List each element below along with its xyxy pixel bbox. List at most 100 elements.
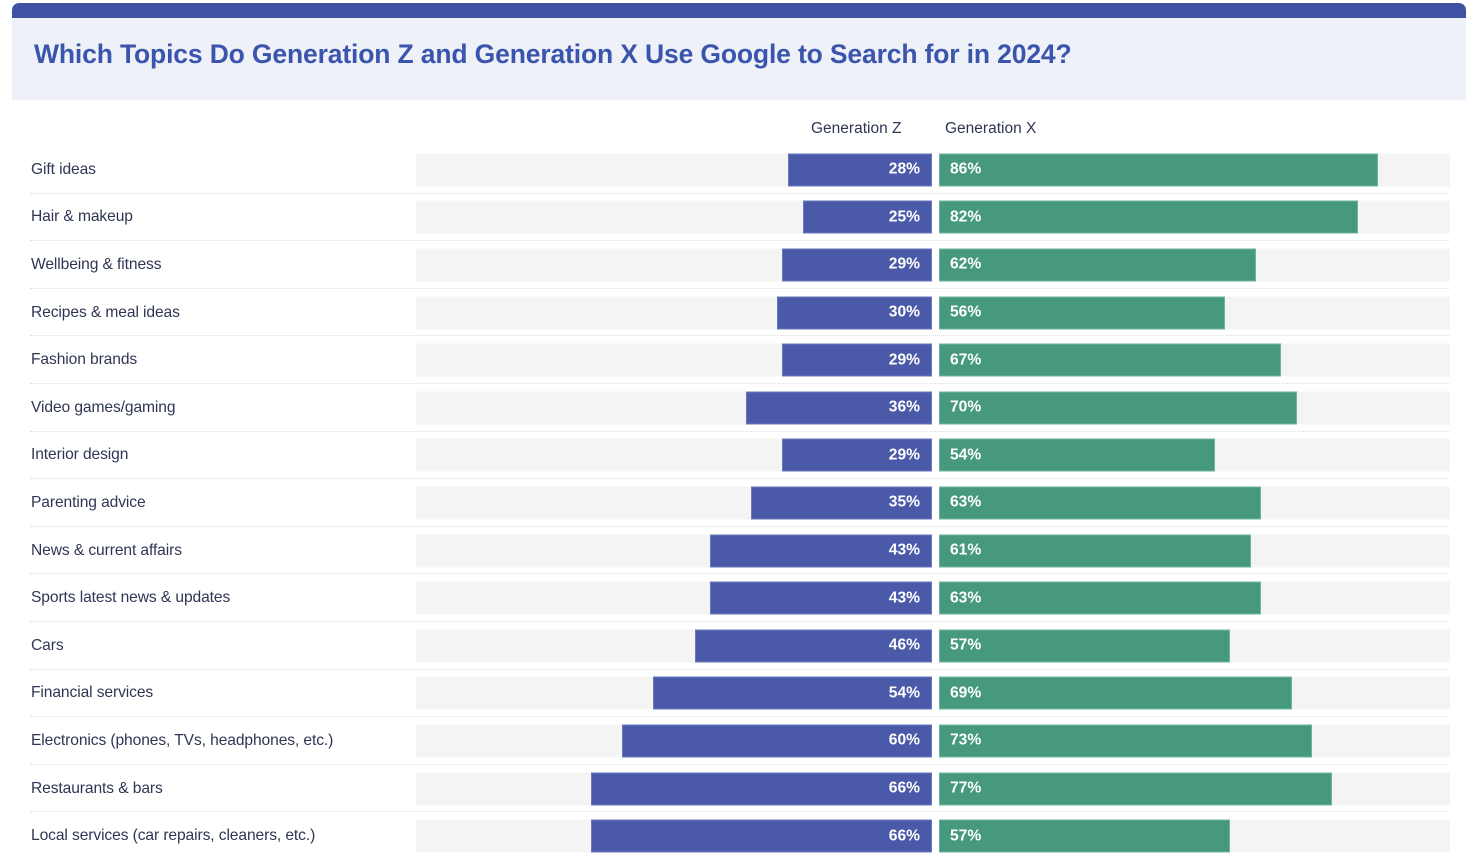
generation-z-bar[interactable]: 54%: [653, 676, 932, 710]
generation-z-value-label: 66%: [888, 827, 920, 845]
legend-item-generation-z: Generation Z: [811, 120, 902, 137]
generation-z-bar[interactable]: 25%: [803, 200, 932, 234]
generation-z-track: 30%: [416, 296, 932, 330]
generation-x-bar[interactable]: 61%: [939, 534, 1251, 568]
generation-x-value-label: 67%: [950, 351, 982, 369]
generation-z-bar[interactable]: 29%: [782, 438, 932, 472]
row-category-label: News & current affairs: [31, 541, 182, 559]
generation-x-value-label: 86%: [950, 160, 982, 178]
chart-row: Restaurants & bars 66% 77%: [0, 765, 1478, 813]
chart-row: Gift ideas 28% 86%: [0, 146, 1478, 194]
chart-row: Financial services 54% 69%: [0, 670, 1478, 718]
generation-x-track: 61%: [939, 534, 1450, 568]
generation-z-bar[interactable]: 29%: [782, 248, 932, 282]
row-category-label: Gift ideas: [31, 160, 96, 178]
generation-z-track: 66%: [416, 819, 932, 853]
generation-z-track: 36%: [416, 391, 932, 425]
row-category-label: Wellbeing & fitness: [31, 255, 162, 273]
row-category-label: Financial services: [31, 684, 154, 702]
legend: Generation Z Generation X: [0, 120, 1478, 146]
generation-x-bar[interactable]: 82%: [939, 200, 1359, 234]
generation-x-bar[interactable]: 57%: [939, 629, 1231, 663]
generation-z-bar[interactable]: 29%: [782, 343, 932, 377]
row-category-label: Fashion brands: [31, 351, 138, 369]
generation-z-track: 29%: [416, 343, 932, 377]
row-category-label: Video games/gaming: [31, 398, 176, 416]
generation-x-track: 62%: [939, 248, 1450, 282]
generation-z-bar[interactable]: 60%: [622, 724, 932, 758]
generation-z-value-label: 46%: [888, 636, 920, 654]
generation-x-track: 77%: [939, 772, 1450, 806]
generation-z-bar[interactable]: 36%: [746, 391, 932, 425]
chart-row: Parenting advice 35% 63%: [0, 479, 1478, 527]
generation-x-bar[interactable]: 70%: [939, 391, 1297, 425]
generation-x-track: 69%: [939, 676, 1450, 710]
generation-z-bar[interactable]: 43%: [710, 581, 932, 615]
generation-z-track: 46%: [416, 629, 932, 663]
generation-x-bar[interactable]: 77%: [939, 772, 1333, 806]
row-category-label: Parenting advice: [31, 493, 146, 511]
generation-x-track: 63%: [939, 581, 1450, 615]
generation-x-bar[interactable]: 73%: [939, 724, 1313, 758]
generation-z-bar[interactable]: 66%: [591, 819, 932, 853]
generation-x-bar[interactable]: 69%: [939, 676, 1292, 710]
generation-x-value-label: 82%: [950, 208, 982, 226]
generation-z-track: 66%: [416, 772, 932, 806]
generation-z-track: 35%: [416, 486, 932, 520]
generation-x-value-label: 77%: [950, 779, 982, 797]
generation-z-bar[interactable]: 46%: [694, 629, 932, 663]
generation-x-value-label: 63%: [950, 589, 982, 607]
generation-x-value-label: 70%: [950, 398, 982, 416]
generation-x-track: 73%: [939, 724, 1450, 758]
row-category-label: Local services (car repairs, cleaners, e…: [31, 827, 316, 845]
row-category-label: Cars: [31, 636, 64, 654]
header-banner: Which Topics Do Generation Z and Generat…: [12, 3, 1466, 100]
generation-z-value-label: 54%: [888, 684, 920, 702]
generation-x-value-label: 73%: [950, 731, 982, 749]
generation-z-value-label: 35%: [888, 493, 920, 511]
generation-z-bar[interactable]: 28%: [787, 153, 932, 187]
generation-x-track: 56%: [939, 296, 1450, 330]
generation-z-bar[interactable]: 30%: [777, 296, 932, 330]
row-category-label: Electronics (phones, TVs, headphones, et…: [31, 731, 334, 749]
row-category-label: Restaurants & bars: [31, 779, 163, 797]
generation-z-value-label: 60%: [888, 731, 920, 749]
generation-z-track: 60%: [416, 724, 932, 758]
generation-x-track: 70%: [939, 391, 1450, 425]
generation-z-value-label: 43%: [888, 541, 920, 559]
generation-z-value-label: 66%: [888, 779, 920, 797]
row-category-label: Recipes & meal ideas: [31, 303, 180, 321]
generation-x-bar[interactable]: 63%: [939, 486, 1261, 520]
legend-item-generation-x: Generation X: [945, 120, 1037, 137]
generation-x-track: 57%: [939, 629, 1450, 663]
chart-row: Local services (car repairs, cleaners, e…: [0, 812, 1478, 860]
chart-row: Electronics (phones, TVs, headphones, et…: [0, 717, 1478, 765]
chart-rows-container: Gift ideas 28% 86% Hair & makeup 25% 82% Wellb…: [0, 146, 1478, 860]
generation-z-value-label: 36%: [888, 398, 920, 416]
generation-x-bar[interactable]: 86%: [939, 153, 1379, 187]
generation-z-bar[interactable]: 35%: [751, 486, 932, 520]
row-category-label: Interior design: [31, 446, 129, 464]
generation-x-value-label: 54%: [950, 446, 982, 464]
chart-row: Sports latest news & updates 43% 63%: [0, 574, 1478, 622]
chart-row: Fashion brands 29% 67%: [0, 336, 1478, 384]
chart-row: Recipes & meal ideas 30% 56%: [0, 289, 1478, 337]
generation-z-value-label: 25%: [888, 208, 920, 226]
generation-z-value-label: 29%: [888, 351, 920, 369]
generation-x-track: 57%: [939, 819, 1450, 853]
generation-x-track: 82%: [939, 200, 1450, 234]
generation-z-value-label: 28%: [888, 160, 920, 178]
generation-x-bar[interactable]: 67%: [939, 343, 1282, 377]
row-category-label: Sports latest news & updates: [31, 589, 231, 607]
generation-x-value-label: 56%: [950, 303, 982, 321]
row-category-label: Hair & makeup: [31, 208, 133, 226]
generation-x-bar[interactable]: 57%: [939, 819, 1231, 853]
generation-x-bar[interactable]: 63%: [939, 581, 1261, 615]
generation-z-bar[interactable]: 66%: [591, 772, 932, 806]
chart-row: Hair & makeup 25% 82%: [0, 194, 1478, 242]
generation-x-bar[interactable]: 56%: [939, 296, 1226, 330]
generation-z-value-label: 29%: [888, 255, 920, 273]
generation-x-bar[interactable]: 54%: [939, 438, 1215, 472]
generation-z-bar[interactable]: 43%: [710, 534, 932, 568]
generation-x-bar[interactable]: 62%: [939, 248, 1256, 282]
